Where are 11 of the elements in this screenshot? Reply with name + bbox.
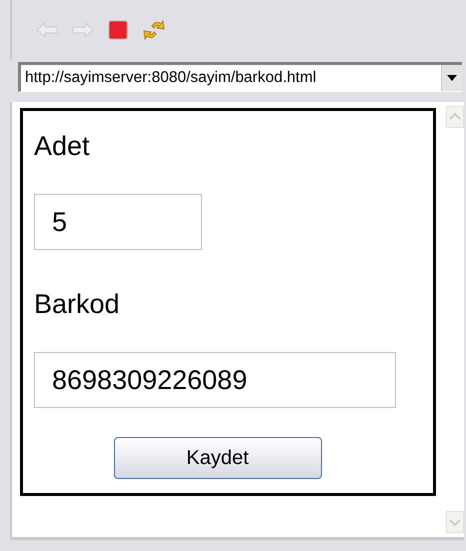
caret-icon xyxy=(447,75,457,81)
input-field[interactable]: 8698309226089 xyxy=(34,352,396,408)
stop-icon[interactable] xyxy=(108,20,128,40)
input-field[interactable]: 5 xyxy=(34,194,202,250)
save-button[interactable]: Kaydet xyxy=(114,437,322,479)
field-label: Adet xyxy=(34,130,91,163)
field-label: Barkod xyxy=(34,288,121,321)
refresh-icon[interactable] xyxy=(142,18,166,42)
scroll-up-icon[interactable] xyxy=(446,106,464,128)
scroll-down-icon[interactable] xyxy=(446,511,464,533)
dropdown-button[interactable] xyxy=(441,65,462,91)
